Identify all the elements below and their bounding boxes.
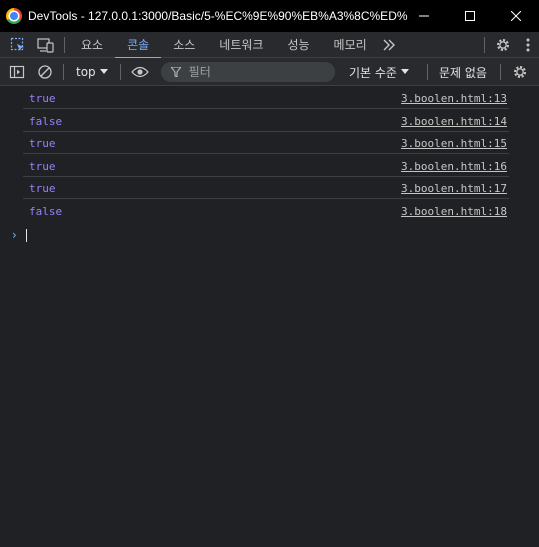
message-value: true [29,182,56,195]
chevron-double-right-icon [383,39,395,50]
message-value: false [29,205,63,218]
console-output: true 3.boolen.html:13 false 3.boolen.htm… [0,87,539,547]
tab-bar-actions [480,32,539,58]
log-levels-dropdown[interactable]: 기본 수준 [349,58,409,86]
kebab-menu-icon [526,38,530,52]
caret-down-icon [400,69,409,74]
eye-icon [130,66,149,77]
source-link[interactable]: 3.boolen.html:15 [401,137,507,150]
maximize-button[interactable] [447,0,493,32]
console-prompt-icon: › [12,228,17,242]
divider [63,63,64,80]
console-input-caret[interactable] [26,229,27,242]
tab-network[interactable]: 네트워크 [207,32,275,58]
tab-performance[interactable]: 성능 [275,32,321,58]
console-message: true 3.boolen.html:16 [23,155,509,177]
source-link[interactable]: 3.boolen.html:17 [401,182,507,195]
inspect-element-icon [10,37,24,51]
context-selector[interactable]: top [68,65,116,79]
close-button[interactable] [493,0,539,32]
live-expression-button[interactable] [125,59,155,85]
source-link[interactable]: 3.boolen.html:18 [401,205,507,218]
source-link[interactable]: 3.boolen.html:13 [401,92,507,105]
filter-icon [170,66,181,77]
gear-icon [514,66,526,78]
divider [64,36,65,53]
context-value: top [76,64,96,79]
issues-counter[interactable]: 문제 없음 [439,58,487,86]
more-tabs-button[interactable] [379,32,399,58]
device-toggle-icon [37,37,54,53]
window-title: DevTools - 127.0.0.1:3000/Basic/5-%EC%9E… [28,9,408,23]
minimize-button[interactable] [401,0,447,32]
settings-button[interactable] [489,32,517,58]
message-value: true [29,160,56,173]
close-icon [511,11,521,21]
tab-sources[interactable]: 소스 [161,32,207,58]
divider [427,64,428,80]
chrome-logo-icon [6,8,22,24]
filter-placeholder: 필터 [188,65,211,79]
console-toolbar: top 필터 기본 수준 문제 없음 [0,58,539,86]
window-controls [401,0,539,32]
divider [500,64,501,80]
console-message: false 3.boolen.html:14 [23,110,509,132]
sidebar-toggle-icon [9,65,25,78]
filter-input[interactable]: 필터 [160,61,335,82]
customize-menu-button[interactable] [517,32,539,58]
clear-console-icon [38,64,52,79]
console-message: false 3.boolen.html:18 [23,200,509,222]
gear-icon [497,39,509,51]
source-link[interactable]: 3.boolen.html:14 [401,115,507,128]
clear-console-button[interactable] [31,59,59,85]
caret-down-icon [99,68,108,74]
divider [484,37,485,53]
log-levels-label: 기본 수준 [349,65,397,80]
tab-memory[interactable]: 메모리 [322,32,379,58]
devtools-tab-bar: 요소 콘솔 소스 네트워크 성능 메모리 [0,32,539,59]
console-settings-button[interactable] [506,59,534,85]
inspect-element-button[interactable] [4,32,32,58]
source-link[interactable]: 3.boolen.html:16 [401,160,507,173]
minimize-icon [419,15,429,17]
console-message: true 3.boolen.html:17 [23,177,509,199]
show-sidebar-button[interactable] [3,59,31,85]
console-message: true 3.boolen.html:13 [23,87,509,109]
message-value: false [29,115,63,128]
divider [119,63,121,80]
title-bar: DevTools - 127.0.0.1:3000/Basic/5-%EC%9E… [0,0,539,32]
tab-console[interactable]: 콘솔 [115,32,162,59]
console-message: true 3.boolen.html:15 [23,132,509,154]
tab-elements[interactable]: 요소 [69,32,115,58]
issues-label: 문제 없음 [439,65,487,80]
maximize-icon [465,11,475,21]
message-value: true [29,92,56,105]
device-toolbar-button[interactable] [32,32,60,58]
message-value: true [29,137,56,150]
